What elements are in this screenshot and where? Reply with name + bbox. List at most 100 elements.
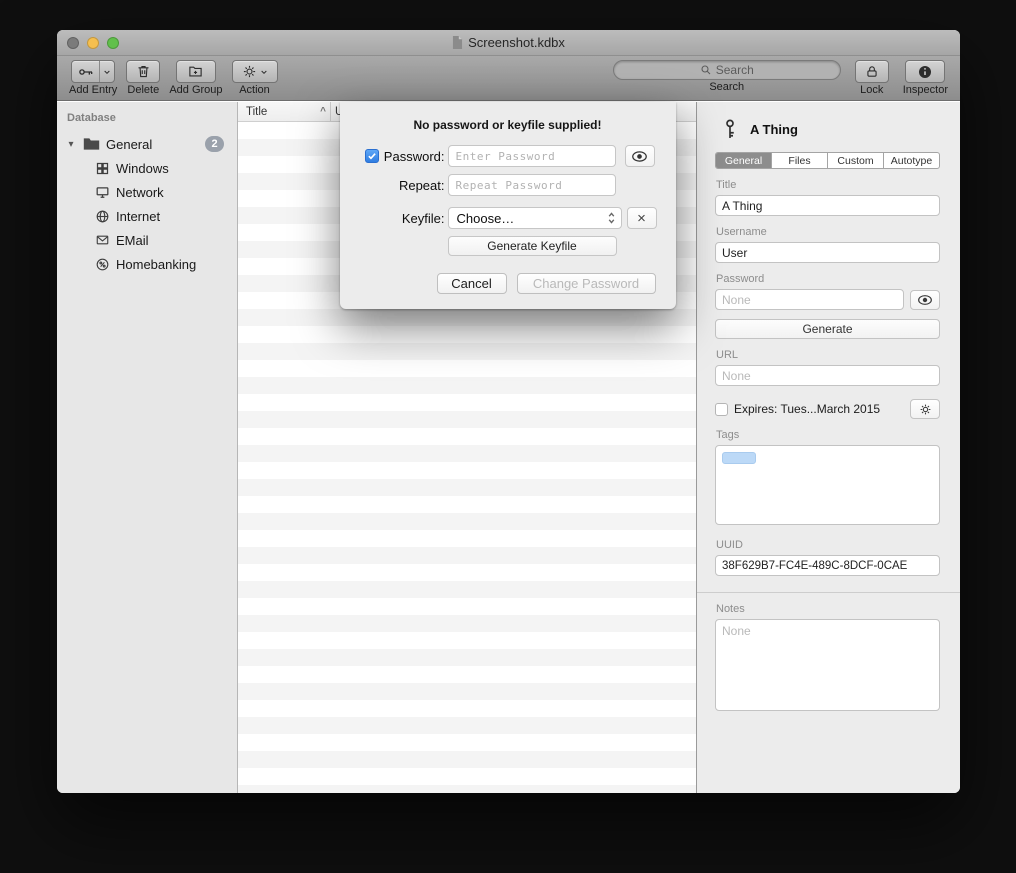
sidebar-item-email[interactable]: EMail xyxy=(57,228,237,252)
sort-ascending-icon: ^ xyxy=(320,106,326,117)
inspector-item: Inspector xyxy=(903,60,948,96)
add-group-button[interactable] xyxy=(176,60,216,83)
search-icon xyxy=(700,64,712,76)
delete-label: Delete xyxy=(127,84,159,96)
reveal-password-button[interactable] xyxy=(625,145,655,167)
tag-chip[interactable] xyxy=(722,452,756,464)
tab-files[interactable]: Files xyxy=(771,153,827,168)
zoom-button[interactable] xyxy=(107,37,119,49)
action-label: Action xyxy=(239,84,270,96)
envelope-icon xyxy=(95,233,110,247)
sidebar-group-general[interactable]: ▾ General 2 xyxy=(57,132,237,156)
sidebar-item-network[interactable]: Network xyxy=(57,180,237,204)
uuid-field[interactable] xyxy=(715,555,940,576)
sidebar-item-label: Internet xyxy=(116,209,160,224)
action-item: Action xyxy=(232,60,278,96)
generate-button[interactable]: Generate xyxy=(715,319,940,339)
tags-label: Tags xyxy=(716,429,940,441)
keyfile-label: Keyfile: xyxy=(402,211,445,226)
add-entry-item: Add Entry xyxy=(69,60,117,96)
password-label: Password: xyxy=(384,149,445,164)
password-checkbox[interactable] xyxy=(365,149,379,163)
entry-title: A Thing xyxy=(750,122,798,137)
sidebar-group-label: General xyxy=(106,137,152,152)
column-header-title[interactable]: Title ^ xyxy=(238,102,330,121)
tab-custom[interactable]: Custom xyxy=(827,153,883,168)
window-title: Screenshot.kdbx xyxy=(452,35,565,50)
check-icon xyxy=(367,151,377,161)
delete-button[interactable] xyxy=(126,60,160,83)
sidebar-item-internet[interactable]: Internet xyxy=(57,204,237,228)
inspector-label: Inspector xyxy=(903,84,948,96)
title-field[interactable] xyxy=(715,195,940,216)
sidebar-item-label: EMail xyxy=(116,233,149,248)
titlebar: Screenshot.kdbx xyxy=(57,30,960,56)
minimize-button[interactable] xyxy=(87,37,99,49)
url-label: URL xyxy=(716,349,940,361)
trash-icon xyxy=(136,64,151,79)
repeat-input[interactable] xyxy=(448,174,616,196)
change-password-sheet: No password or keyfile supplied! Passwor… xyxy=(340,102,676,309)
sidebar-item-label: Network xyxy=(116,185,164,200)
tab-autotype[interactable]: Autotype xyxy=(883,153,939,168)
sidebar-header: Database xyxy=(57,102,237,132)
notes-label: Notes xyxy=(716,603,940,615)
delete-item: Delete xyxy=(126,60,160,96)
inspector-panel: A Thing General Files Custom Autotype Ti… xyxy=(697,102,960,793)
add-entry-button[interactable] xyxy=(71,60,115,83)
sidebar-item-homebanking[interactable]: Homebanking xyxy=(57,252,237,276)
lock-label: Lock xyxy=(860,84,883,96)
expires-settings-button[interactable] xyxy=(910,399,940,419)
folder-icon xyxy=(83,137,100,151)
notes-field[interactable] xyxy=(715,619,940,711)
change-password-button[interactable]: Change Password xyxy=(517,273,656,294)
close-button[interactable] xyxy=(67,37,79,49)
uuid-label: UUID xyxy=(716,539,940,551)
action-button[interactable] xyxy=(232,60,278,83)
sidebar-item-windows[interactable]: Windows xyxy=(57,156,237,180)
search-input[interactable]: Search xyxy=(613,60,841,80)
tags-field[interactable] xyxy=(715,445,940,525)
sidebar-item-label: Homebanking xyxy=(116,257,196,272)
add-entry-dropdown[interactable] xyxy=(99,61,114,82)
cancel-button[interactable]: Cancel xyxy=(437,273,507,294)
gear-icon xyxy=(919,403,932,416)
traffic-lights xyxy=(67,37,119,49)
expires-label: Expires: Tues...March 2015 xyxy=(734,402,880,416)
password-field[interactable] xyxy=(715,289,904,310)
username-field[interactable] xyxy=(715,242,940,263)
toolbar: Add Entry Delete Add Group xyxy=(57,56,960,101)
lock-button[interactable] xyxy=(855,60,889,83)
lock-icon xyxy=(865,64,879,79)
add-group-label: Add Group xyxy=(169,84,222,96)
key-icon xyxy=(721,118,739,140)
gear-icon xyxy=(242,64,257,79)
eye-icon xyxy=(917,294,933,306)
key-icon xyxy=(72,64,99,80)
password-label: Password xyxy=(716,273,940,285)
reveal-password-button[interactable] xyxy=(910,290,940,310)
app-window: Screenshot.kdbx Add Entry Delete xyxy=(57,30,960,793)
inspector-button[interactable] xyxy=(905,60,945,83)
toolbar-right: Search Search Lock Inspector xyxy=(613,60,948,96)
document-proxy-icon xyxy=(452,36,463,49)
generate-keyfile-button[interactable]: Generate Keyfile xyxy=(448,236,617,256)
password-input[interactable] xyxy=(448,145,616,167)
clear-keyfile-button[interactable]: × xyxy=(627,207,657,229)
entry-count-badge: 2 xyxy=(205,136,224,152)
expires-checkbox[interactable] xyxy=(715,403,728,416)
sidebar-item-label: Windows xyxy=(116,161,169,176)
add-group-item: Add Group xyxy=(169,60,222,96)
title-label: Title xyxy=(716,179,940,191)
url-field[interactable] xyxy=(715,365,940,386)
lock-item: Lock xyxy=(855,60,889,96)
folder-plus-icon xyxy=(187,64,204,79)
search-item: Search Search xyxy=(613,60,841,96)
inspector-tabs: General Files Custom Autotype xyxy=(715,152,940,169)
keyfile-popup[interactable]: Choose… xyxy=(448,207,622,229)
eye-icon xyxy=(631,150,648,163)
info-icon xyxy=(917,64,933,80)
tab-general[interactable]: General xyxy=(716,153,771,168)
disclosure-triangle-icon[interactable]: ▾ xyxy=(65,139,77,150)
sheet-message: No password or keyfile supplied! xyxy=(340,118,676,132)
